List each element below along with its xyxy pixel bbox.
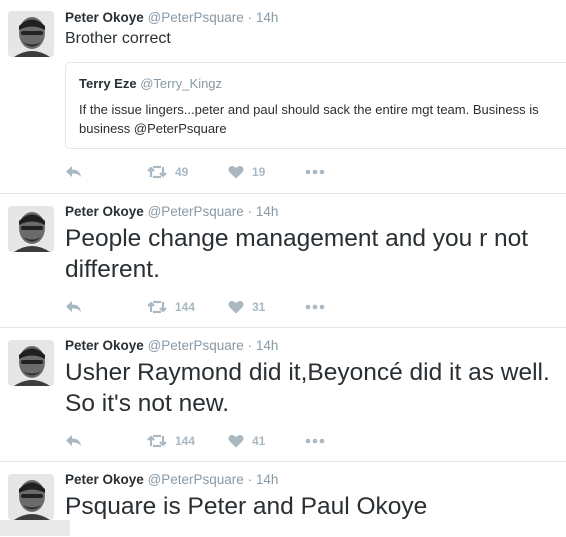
tweet-header: Peter Okoye @PeterPsquare · 14h <box>65 338 278 353</box>
tweet-text: Psquare is Peter and Paul Okoye <box>65 493 428 520</box>
more-button[interactable] <box>305 162 325 182</box>
tweet-text: Brother correct <box>65 30 171 47</box>
reply-button[interactable] <box>65 162 83 182</box>
reply-button[interactable] <box>65 431 83 451</box>
more-button[interactable] <box>305 431 325 451</box>
like-button[interactable]: 19 <box>228 162 265 182</box>
reply-icon <box>66 301 81 312</box>
like-button[interactable]: 31 <box>228 297 265 317</box>
retweet-icon <box>147 165 167 179</box>
timestamp[interactable]: 14h <box>256 10 279 25</box>
reply-button[interactable] <box>65 297 83 317</box>
avatar-image <box>8 206 54 252</box>
display-name[interactable]: Peter Okoye <box>65 472 144 487</box>
like-count: 19 <box>252 165 266 179</box>
username[interactable]: @PeterPsquare <box>148 10 244 25</box>
tweet-header: Peter Okoye @PeterPsquare · 14h <box>65 204 278 219</box>
retweet-icon <box>147 300 167 314</box>
avatar[interactable] <box>8 340 54 386</box>
heart-icon <box>228 165 244 179</box>
tweet[interactable]: Peter Okoye @PeterPsquare · 14h Psquare … <box>0 461 566 537</box>
avatar-image <box>8 340 54 386</box>
separator-dot: · <box>247 10 253 25</box>
like-count: 31 <box>252 300 266 314</box>
quoted-tweet-text: If the issue lingers...peter and paul sh… <box>79 102 539 136</box>
avatar[interactable] <box>8 11 54 57</box>
tweet-text: Usher Raymond did it,Beyoncé did it as w… <box>65 359 550 417</box>
tweet-text: People change management and you r not d… <box>65 225 529 283</box>
quoted-display-name: Terry Eze <box>79 76 137 91</box>
display-name[interactable]: Peter Okoye <box>65 204 144 219</box>
username[interactable]: @PeterPsquare <box>148 204 244 219</box>
tweet[interactable]: Peter Okoye @PeterPsquare · 14h Brother … <box>0 0 566 192</box>
separator-dot: · <box>247 472 253 487</box>
tweet-header: Peter Okoye @PeterPsquare · 14h <box>65 472 278 487</box>
display-name[interactable]: Peter Okoye <box>65 338 144 353</box>
retweet-icon <box>147 434 167 448</box>
retweet-button[interactable]: 144 <box>147 297 195 317</box>
quoted-tweet-header: Terry Eze @Terry_Kingz <box>79 76 222 91</box>
tweet-header: Peter Okoye @PeterPsquare · 14h <box>65 10 278 25</box>
retweet-button[interactable]: 49 <box>147 162 188 182</box>
tweet[interactable]: Peter Okoye @PeterPsquare · 14h People c… <box>0 193 566 327</box>
tweet[interactable]: Peter Okoye @PeterPsquare · 14h Usher Ra… <box>0 327 566 461</box>
more-button[interactable] <box>305 297 325 317</box>
timestamp[interactable]: 14h <box>256 472 279 487</box>
heart-icon <box>228 434 244 448</box>
timestamp[interactable]: 14h <box>256 204 279 219</box>
display-name[interactable]: Peter Okoye <box>65 10 144 25</box>
retweet-button[interactable]: 144 <box>147 431 195 451</box>
reply-icon <box>66 166 81 177</box>
retweet-count: 144 <box>175 300 196 314</box>
separator-dot: · <box>247 338 253 353</box>
username[interactable]: @PeterPsquare <box>148 338 244 353</box>
heart-icon <box>228 300 244 314</box>
more-icon <box>305 438 325 444</box>
like-count: 41 <box>252 434 266 448</box>
more-icon <box>305 304 325 310</box>
avatar[interactable] <box>8 206 54 252</box>
timestamp[interactable]: 14h <box>256 338 279 353</box>
avatar-image <box>8 11 54 57</box>
reply-icon <box>66 435 81 446</box>
avatar-image <box>8 474 54 520</box>
retweet-count: 144 <box>175 434 196 448</box>
quoted-username: @Terry_Kingz <box>140 76 223 91</box>
retweet-count: 49 <box>175 165 189 179</box>
avatar[interactable] <box>8 474 54 520</box>
username[interactable]: @PeterPsquare <box>148 472 244 487</box>
more-icon <box>305 169 325 175</box>
like-button[interactable]: 41 <box>228 431 265 451</box>
separator-dot: · <box>247 204 253 219</box>
scroll-overlay <box>0 520 70 536</box>
quoted-tweet[interactable]: Terry Eze @Terry_Kingz If the issue ling… <box>65 62 566 149</box>
